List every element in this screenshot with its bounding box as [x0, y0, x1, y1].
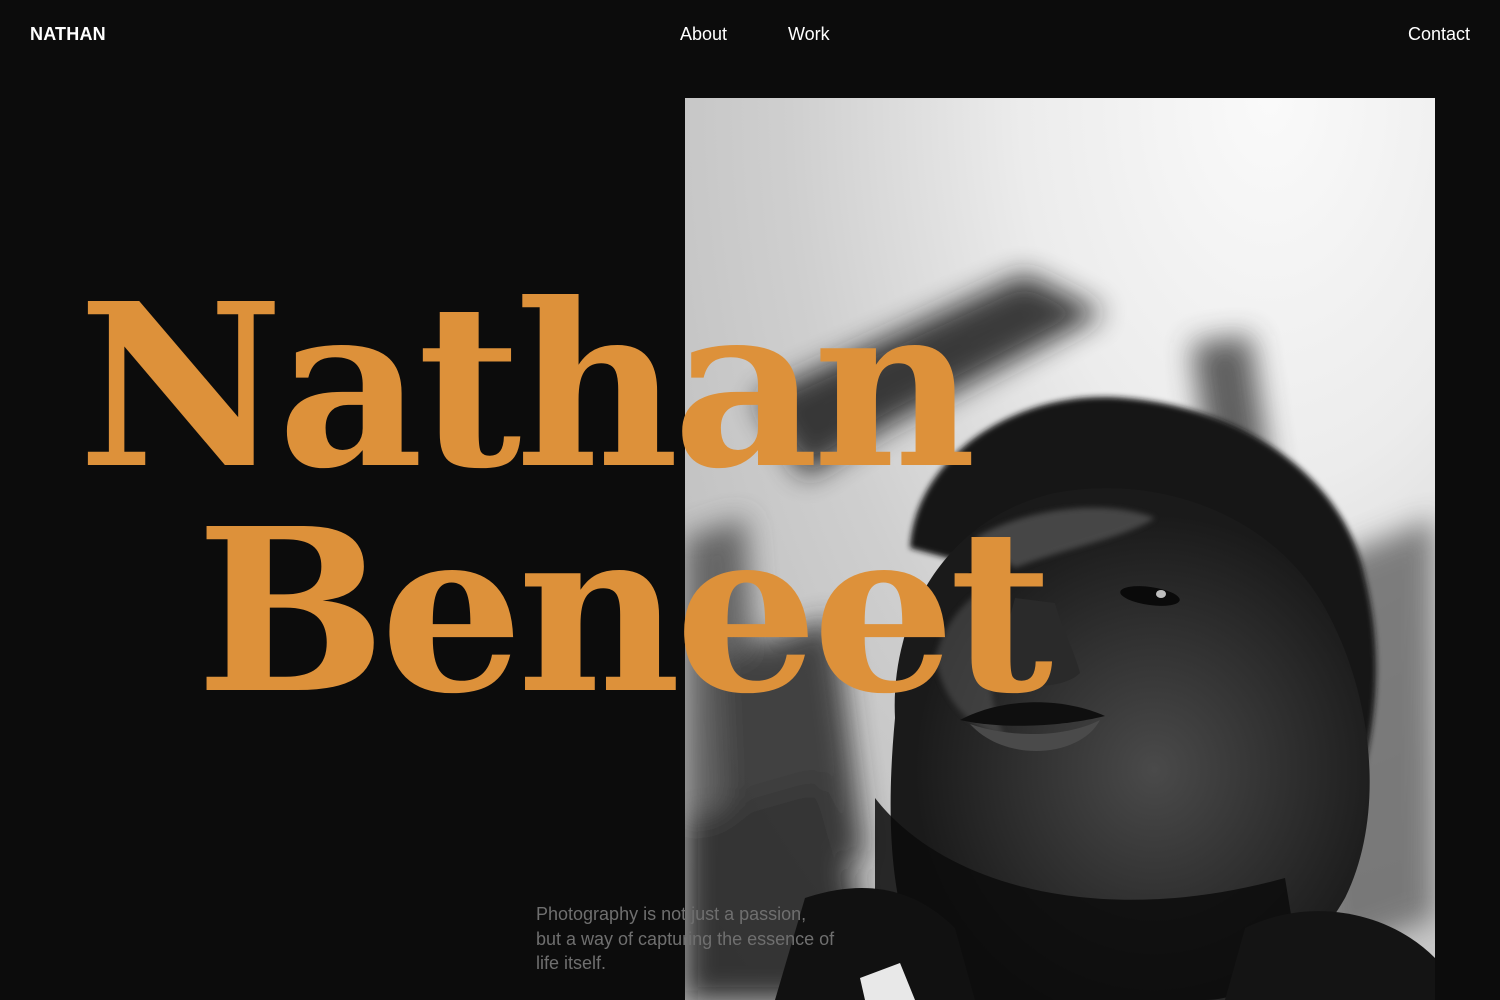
nav-link-contact[interactable]: Contact: [1408, 24, 1470, 45]
hero-first-name: Nathan: [78, 255, 976, 519]
brand-logo[interactable]: NATHAN: [30, 24, 106, 45]
hero-last-name: Beneet: [196, 480, 1053, 744]
nav-link-about[interactable]: About: [680, 24, 727, 45]
top-navigation: NATHAN About Work Contact: [0, 0, 1500, 70]
hero-tagline: Photography is not just a passion, but a…: [536, 904, 835, 973]
nav-link-work[interactable]: Work: [788, 24, 830, 45]
